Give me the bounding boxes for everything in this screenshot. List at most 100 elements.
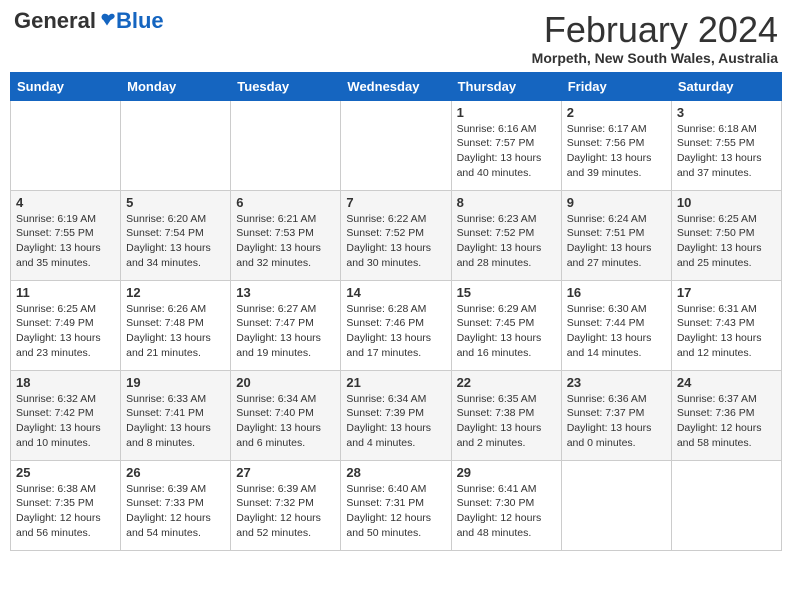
calendar-cell: 13Sunrise: 6:27 AM Sunset: 7:47 PM Dayli… bbox=[231, 280, 341, 370]
calendar-cell: 1 Sunrise: 6:16 AM Sunset: 7:57 PM Daylig… bbox=[451, 100, 561, 190]
title-area: February 2024 Morpeth, New South Wales, … bbox=[532, 10, 778, 66]
day-number: 20 bbox=[236, 375, 335, 390]
day-number: 8 bbox=[457, 195, 556, 210]
day-info: Sunrise: 6:32 AM Sunset: 7:42 PM Dayligh… bbox=[16, 392, 115, 451]
day-info: Sunrise: 6:16 AM Sunset: 7:57 PM Dayligh… bbox=[457, 122, 556, 181]
calendar-cell bbox=[341, 100, 451, 190]
calendar-cell bbox=[11, 100, 121, 190]
day-number: 17 bbox=[677, 285, 776, 300]
day-number: 7 bbox=[346, 195, 445, 210]
location-title: Morpeth, New South Wales, Australia bbox=[532, 50, 778, 66]
day-info: Sunrise: 6:19 AM Sunset: 7:55 PM Dayligh… bbox=[16, 212, 115, 271]
day-number: 11 bbox=[16, 285, 115, 300]
calendar-cell: 5 Sunrise: 6:20 AM Sunset: 7:54 PM Daylig… bbox=[121, 190, 231, 280]
calendar-cell: 10Sunrise: 6:25 AM Sunset: 7:50 PM Dayli… bbox=[671, 190, 781, 280]
day-info: Sunrise: 6:35 AM Sunset: 7:38 PM Dayligh… bbox=[457, 392, 556, 451]
day-info: Sunrise: 6:26 AM Sunset: 7:48 PM Dayligh… bbox=[126, 302, 225, 361]
logo: General Blue bbox=[14, 10, 164, 32]
week-row-5: 25Sunrise: 6:38 AM Sunset: 7:35 PM Dayli… bbox=[11, 460, 782, 550]
day-info: Sunrise: 6:34 AM Sunset: 7:39 PM Dayligh… bbox=[346, 392, 445, 451]
day-info: Sunrise: 6:33 AM Sunset: 7:41 PM Dayligh… bbox=[126, 392, 225, 451]
calendar-cell: 21 Sunrise: 6:34 AM Sunset: 7:39 PM Dayli… bbox=[341, 370, 451, 460]
day-info: Sunrise: 6:40 AM Sunset: 7:31 PM Dayligh… bbox=[346, 482, 445, 541]
day-number: 3 bbox=[677, 105, 776, 120]
calendar-cell: 12 Sunrise: 6:26 AM Sunset: 7:48 PM Dayli… bbox=[121, 280, 231, 370]
calendar-table: SundayMondayTuesdayWednesdayThursdayFrid… bbox=[10, 72, 782, 551]
day-info: Sunrise: 6:41 AM Sunset: 7:30 PM Dayligh… bbox=[457, 482, 556, 541]
calendar-cell: 23Sunrise: 6:36 AM Sunset: 7:37 PM Dayli… bbox=[561, 370, 671, 460]
calendar-cell: 14 Sunrise: 6:28 AM Sunset: 7:46 PM Dayli… bbox=[341, 280, 451, 370]
day-info: Sunrise: 6:27 AM Sunset: 7:47 PM Dayligh… bbox=[236, 302, 335, 361]
day-number: 26 bbox=[126, 465, 225, 480]
calendar-cell: 16 Sunrise: 6:30 AM Sunset: 7:44 PM Dayli… bbox=[561, 280, 671, 370]
day-info: Sunrise: 6:31 AM Sunset: 7:43 PM Dayligh… bbox=[677, 302, 776, 361]
weekday-header-row: SundayMondayTuesdayWednesdayThursdayFrid… bbox=[11, 72, 782, 100]
day-number: 25 bbox=[16, 465, 115, 480]
calendar-cell: 18 Sunrise: 6:32 AM Sunset: 7:42 PM Dayli… bbox=[11, 370, 121, 460]
day-number: 14 bbox=[346, 285, 445, 300]
calendar-cell: 17 Sunrise: 6:31 AM Sunset: 7:43 PM Dayli… bbox=[671, 280, 781, 370]
day-number: 27 bbox=[236, 465, 335, 480]
calendar-cell: 25Sunrise: 6:38 AM Sunset: 7:35 PM Dayli… bbox=[11, 460, 121, 550]
day-number: 24 bbox=[677, 375, 776, 390]
day-number: 1 bbox=[457, 105, 556, 120]
calendar-cell: 19 Sunrise: 6:33 AM Sunset: 7:41 PM Dayli… bbox=[121, 370, 231, 460]
calendar-cell bbox=[231, 100, 341, 190]
day-number: 6 bbox=[236, 195, 335, 210]
calendar-cell: 24 Sunrise: 6:37 AM Sunset: 7:36 PM Dayli… bbox=[671, 370, 781, 460]
calendar-cell: 11 Sunrise: 6:25 AM Sunset: 7:49 PM Dayli… bbox=[11, 280, 121, 370]
day-info: Sunrise: 6:28 AM Sunset: 7:46 PM Dayligh… bbox=[346, 302, 445, 361]
day-number: 12 bbox=[126, 285, 225, 300]
header: General Blue February 2024 Morpeth, New … bbox=[10, 10, 782, 66]
day-number: 4 bbox=[16, 195, 115, 210]
calendar-cell bbox=[561, 460, 671, 550]
day-info: Sunrise: 6:18 AM Sunset: 7:55 PM Dayligh… bbox=[677, 122, 776, 181]
calendar-cell: 4 Sunrise: 6:19 AM Sunset: 7:55 PM Daylig… bbox=[11, 190, 121, 280]
calendar-cell: 6 Sunrise: 6:21 AM Sunset: 7:53 PM Daylig… bbox=[231, 190, 341, 280]
day-number: 21 bbox=[346, 375, 445, 390]
day-info: Sunrise: 6:29 AM Sunset: 7:45 PM Dayligh… bbox=[457, 302, 556, 361]
day-info: Sunrise: 6:21 AM Sunset: 7:53 PM Dayligh… bbox=[236, 212, 335, 271]
day-info: Sunrise: 6:25 AM Sunset: 7:49 PM Dayligh… bbox=[16, 302, 115, 361]
calendar-cell: 3 Sunrise: 6:18 AM Sunset: 7:55 PM Daylig… bbox=[671, 100, 781, 190]
day-number: 28 bbox=[346, 465, 445, 480]
calendar-cell bbox=[671, 460, 781, 550]
day-info: Sunrise: 6:39 AM Sunset: 7:32 PM Dayligh… bbox=[236, 482, 335, 541]
month-title: February 2024 bbox=[532, 10, 778, 50]
day-number: 9 bbox=[567, 195, 666, 210]
day-info: Sunrise: 6:30 AM Sunset: 7:44 PM Dayligh… bbox=[567, 302, 666, 361]
calendar-cell: 15 Sunrise: 6:29 AM Sunset: 7:45 PM Dayli… bbox=[451, 280, 561, 370]
day-info: Sunrise: 6:22 AM Sunset: 7:52 PM Dayligh… bbox=[346, 212, 445, 271]
day-info: Sunrise: 6:34 AM Sunset: 7:40 PM Dayligh… bbox=[236, 392, 335, 451]
week-row-2: 4 Sunrise: 6:19 AM Sunset: 7:55 PM Daylig… bbox=[11, 190, 782, 280]
weekday-header-tuesday: Tuesday bbox=[231, 72, 341, 100]
day-info: Sunrise: 6:20 AM Sunset: 7:54 PM Dayligh… bbox=[126, 212, 225, 271]
day-number: 5 bbox=[126, 195, 225, 210]
calendar-cell: 26 Sunrise: 6:39 AM Sunset: 7:33 PM Dayli… bbox=[121, 460, 231, 550]
calendar-cell: 28 Sunrise: 6:40 AM Sunset: 7:31 PM Dayli… bbox=[341, 460, 451, 550]
week-row-3: 11 Sunrise: 6:25 AM Sunset: 7:49 PM Dayli… bbox=[11, 280, 782, 370]
logo-bird-icon bbox=[98, 12, 116, 30]
calendar-cell: 9 Sunrise: 6:24 AM Sunset: 7:51 PM Daylig… bbox=[561, 190, 671, 280]
day-info: Sunrise: 6:37 AM Sunset: 7:36 PM Dayligh… bbox=[677, 392, 776, 451]
day-info: Sunrise: 6:23 AM Sunset: 7:52 PM Dayligh… bbox=[457, 212, 556, 271]
day-number: 16 bbox=[567, 285, 666, 300]
day-number: 19 bbox=[126, 375, 225, 390]
day-number: 18 bbox=[16, 375, 115, 390]
day-number: 22 bbox=[457, 375, 556, 390]
calendar-cell: 2Sunrise: 6:17 AM Sunset: 7:56 PM Daylig… bbox=[561, 100, 671, 190]
calendar-cell: 20 Sunrise: 6:34 AM Sunset: 7:40 PM Dayli… bbox=[231, 370, 341, 460]
weekday-header-sunday: Sunday bbox=[11, 72, 121, 100]
day-info: Sunrise: 6:39 AM Sunset: 7:33 PM Dayligh… bbox=[126, 482, 225, 541]
calendar-cell: 7 Sunrise: 6:22 AM Sunset: 7:52 PM Daylig… bbox=[341, 190, 451, 280]
day-info: Sunrise: 6:25 AM Sunset: 7:50 PM Dayligh… bbox=[677, 212, 776, 271]
calendar-cell: 22 Sunrise: 6:35 AM Sunset: 7:38 PM Dayli… bbox=[451, 370, 561, 460]
day-number: 15 bbox=[457, 285, 556, 300]
logo-general-text: General bbox=[14, 10, 96, 32]
day-info: Sunrise: 6:17 AM Sunset: 7:56 PM Dayligh… bbox=[567, 122, 666, 181]
day-number: 29 bbox=[457, 465, 556, 480]
calendar-cell: 27 Sunrise: 6:39 AM Sunset: 7:32 PM Dayli… bbox=[231, 460, 341, 550]
day-info: Sunrise: 6:24 AM Sunset: 7:51 PM Dayligh… bbox=[567, 212, 666, 271]
week-row-4: 18 Sunrise: 6:32 AM Sunset: 7:42 PM Dayli… bbox=[11, 370, 782, 460]
calendar-cell: 29 Sunrise: 6:41 AM Sunset: 7:30 PM Dayli… bbox=[451, 460, 561, 550]
